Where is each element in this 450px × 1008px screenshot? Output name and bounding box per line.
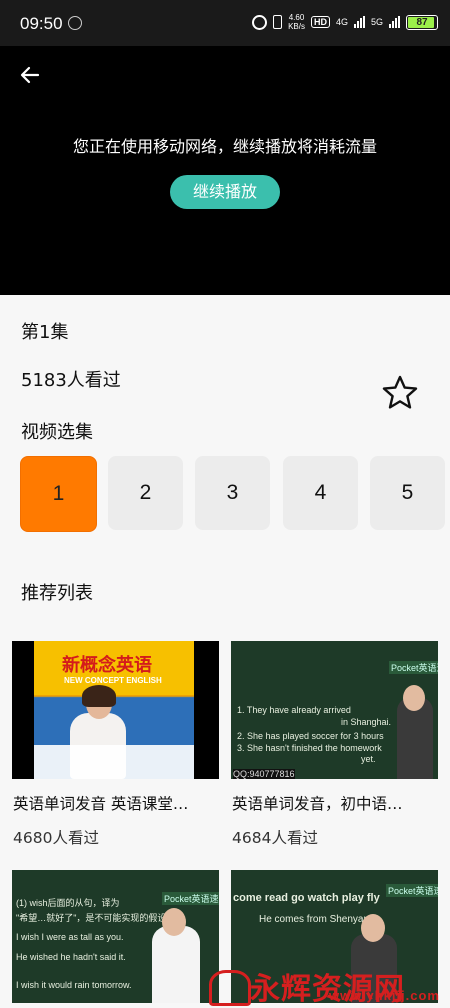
watermark-url: www.yhkjjj.com: [328, 988, 440, 1003]
watermark: 永辉资源网 www.yhkjjj.com: [205, 968, 450, 1007]
recommend-card[interactable]: Pocket英语速成 (1) wish后面的从句，译为 "希望…就好了"，是不可…: [12, 870, 219, 1003]
sync-icon: [68, 16, 82, 30]
thumb-badge: Pocket英语速成: [162, 892, 219, 905]
thumb-line: come read go watch play fly: [233, 892, 380, 904]
watermark-logo-icon: [209, 970, 251, 1006]
recommend-card[interactable]: 新概念英语 NEW CONCEPT ENGLISH 英语单词发音 英语课堂… 4…: [12, 641, 219, 851]
episode-item-2[interactable]: 2: [108, 456, 183, 530]
thumb-line: (1) wish后面的从句，译为: [16, 898, 120, 908]
thumb-line: I wish I were as tall as you.: [16, 932, 124, 942]
net-speed: 4.60 KB/s: [288, 13, 305, 31]
vibrate-icon: [273, 15, 283, 29]
thumb-line: in Shanghai.: [341, 717, 392, 727]
alarm-icon: [252, 14, 268, 30]
hd-badge: HD: [310, 16, 330, 28]
network-type-4g: 4G: [335, 17, 348, 27]
episode-title: 第1集: [21, 322, 69, 343]
episode-item-5[interactable]: 5: [370, 456, 445, 530]
video-thumbnail[interactable]: 新概念英语 NEW CONCEPT ENGLISH: [12, 641, 219, 779]
thumb-subtitle: NEW CONCEPT ENGLISH: [64, 676, 162, 685]
episode-select-title: 视频选集: [21, 422, 93, 443]
video-player[interactable]: 09:50 4.60 KB/s HD 4G 5G 87 您正在使用移动网络，继续…: [0, 0, 450, 295]
card-title[interactable]: 英语单词发音，初中语…: [232, 792, 437, 814]
video-thumbnail[interactable]: Pocket英语速成 (1) wish后面的从句，译为 "希望…就好了"，是不可…: [12, 870, 219, 1003]
status-bar: 09:50 4.60 KB/s HD 4G 5G 87: [0, 0, 450, 46]
view-count: 5183人看过: [21, 370, 121, 391]
thumb-line: I wish it would rain tomorrow.: [16, 980, 132, 990]
star-outline-icon[interactable]: [380, 374, 420, 412]
status-icons: 4.60 KB/s HD 4G 5G 87: [252, 13, 438, 31]
thumb-line: 2. She has played soccer for 3 hours: [237, 731, 384, 741]
network-type-5g: 5G: [370, 17, 383, 27]
episode-item-1[interactable]: 1: [20, 456, 97, 532]
video-thumbnail[interactable]: Pocket英语速成 1. They have already arrived …: [231, 641, 438, 779]
signal-icon-2: [389, 16, 400, 28]
thumb-title: 新概念英语: [62, 655, 152, 676]
thumb-badge: Pocket英语速成: [386, 884, 438, 897]
thumb-line: 1. They have already arrived: [237, 705, 351, 715]
episode-item-4[interactable]: 4: [283, 456, 358, 530]
thumb-line: He comes from Shenyang.: [259, 914, 378, 925]
thumb-badge: Pocket英语速成: [389, 661, 438, 674]
episode-item-3[interactable]: 3: [195, 456, 270, 530]
thumb-line: 3. She hasn't finished the homework: [237, 743, 382, 753]
recommend-title: 推荐列表: [21, 583, 93, 604]
battery-icon: 87: [406, 14, 438, 30]
card-views: 4684人看过: [232, 829, 318, 847]
card-title[interactable]: 英语单词发音 英语课堂…: [13, 792, 218, 814]
network-warning: 您正在使用移动网络，继续播放将消耗流量: [72, 137, 377, 156]
thumb-line: "希望…就好了"，是不可能实现的假设。: [16, 913, 176, 923]
episode-list: 1 2 3 4 5: [20, 456, 450, 532]
back-arrow-icon[interactable]: [18, 62, 44, 88]
thumb-line: yet.: [361, 754, 376, 764]
continue-play-button[interactable]: 继续播放: [170, 175, 280, 209]
thumb-footer: QQ:940777816: [233, 769, 295, 779]
signal-icon: [353, 16, 365, 28]
thumb-line: He wished he hadn't said it.: [16, 952, 126, 962]
card-views: 4680人看过: [13, 829, 99, 847]
status-time: 09:50: [20, 14, 63, 33]
battery-percent: 87: [416, 16, 428, 28]
recommend-card[interactable]: Pocket英语速成 1. They have already arrived …: [231, 641, 438, 851]
